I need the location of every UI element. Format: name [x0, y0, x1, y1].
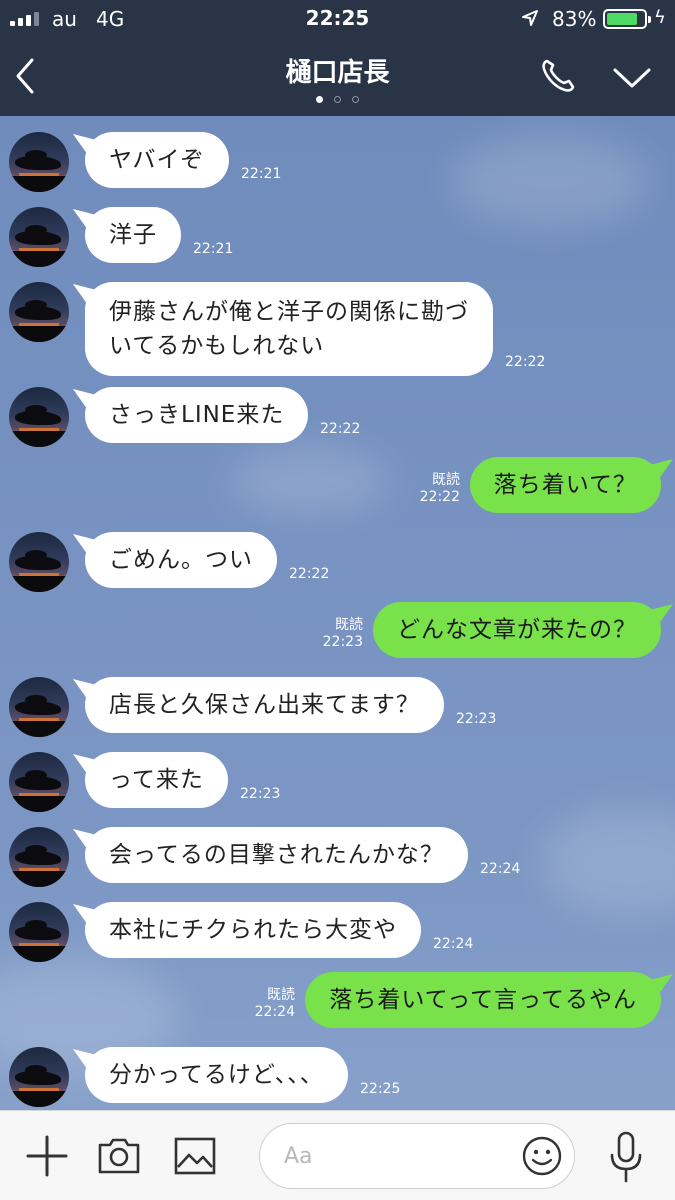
outgoing-message-bubble[interactable]: どんな文章が来たの？	[373, 602, 661, 658]
microphone-icon[interactable]	[608, 1131, 644, 1183]
input-bar: Aa	[0, 1110, 675, 1200]
message-input-placeholder: Aa	[284, 1144, 313, 1169]
message-text: 本社にチクられたら大変や	[109, 917, 397, 943]
message-timestamp: 22:24	[480, 861, 521, 877]
message-timestamp: 22:22	[419, 489, 460, 505]
message-timestamp: 22:22	[505, 354, 546, 370]
chevron-down-icon[interactable]	[612, 66, 652, 90]
message-timestamp: 22:23	[240, 786, 281, 802]
page-indicator	[0, 96, 675, 103]
message-text: って来た	[109, 767, 204, 793]
page-dot	[334, 96, 341, 103]
message-text: 落ち着いてって言ってるやん	[329, 987, 637, 1013]
battery-percent: 83%	[552, 7, 597, 31]
message-text: 店長と久保さん出来てます？	[109, 692, 420, 718]
avatar[interactable]	[9, 132, 69, 192]
incoming-message-bubble[interactable]: 店長と久保さん出来てます？	[85, 677, 444, 733]
page-dot	[352, 96, 359, 103]
background-cloud	[230, 446, 390, 516]
incoming-message-bubble[interactable]: 伊藤さんが俺と洋子の関係に勘づ いてるかもしれない	[85, 282, 493, 376]
message-timestamp: 22:23	[322, 634, 363, 650]
location-arrow-icon	[522, 10, 538, 26]
message-text: 落ち着いて？	[493, 472, 637, 498]
read-receipt: 既読	[335, 617, 363, 633]
camera-icon[interactable]	[97, 1135, 141, 1175]
emoji-icon[interactable]	[522, 1136, 562, 1176]
message-timestamp: 22:24	[254, 1004, 295, 1020]
read-receipt: 既読	[432, 472, 460, 488]
chat-area[interactable]: ヤバイぞ 22:21 洋子 22:21 伊藤さんが俺と洋子の関係に勘づ いてるかもしれない…	[0, 116, 675, 1110]
message-timestamp: 22:22	[320, 421, 361, 437]
message-timestamp: 22:21	[241, 166, 282, 182]
message-timestamp: 22:24	[433, 936, 474, 952]
outgoing-message-bubble[interactable]: 落ち着いてって言ってるやん	[305, 972, 661, 1028]
charging-bolt-icon: ϟ	[654, 7, 666, 28]
avatar[interactable]	[9, 677, 69, 737]
incoming-message-bubble[interactable]: ごめん。つい	[85, 532, 277, 588]
incoming-message-bubble[interactable]: 分かってるけど、、、	[85, 1047, 348, 1103]
message-text: どんな文章が来たの？	[397, 617, 637, 643]
avatar[interactable]	[9, 752, 69, 812]
chat-header: 樋口店長	[0, 38, 675, 116]
read-receipt: 既読	[267, 987, 295, 1003]
avatar[interactable]	[9, 207, 69, 267]
message-timestamp: 22:21	[193, 241, 234, 257]
incoming-message-bubble[interactable]: 本社にチクられたら大変や	[85, 902, 421, 958]
avatar[interactable]	[9, 387, 69, 447]
avatar[interactable]	[9, 282, 69, 342]
incoming-message-bubble[interactable]: 会ってるの目撃されたんかな？	[85, 827, 468, 883]
incoming-message-bubble[interactable]: ヤバイぞ	[85, 132, 229, 188]
message-text: ごめん。つい	[109, 547, 253, 573]
plus-icon[interactable]	[26, 1135, 68, 1177]
message-text: 洋子	[109, 222, 157, 248]
message-input[interactable]: Aa	[259, 1123, 575, 1189]
incoming-message-bubble[interactable]: って来た	[85, 752, 228, 808]
image-icon[interactable]	[174, 1137, 216, 1175]
message-text: いてるかもしれない	[109, 333, 325, 359]
message-text: 会ってるの目撃されたんかな？	[109, 842, 444, 868]
incoming-message-bubble[interactable]: 洋子	[85, 207, 181, 263]
message-text: 伊藤さんが俺と洋子の関係に勘づ	[109, 299, 469, 325]
background-cloud	[450, 136, 650, 226]
status-bar: au 4G 22:25 83% ϟ	[0, 0, 675, 38]
message-timestamp: 22:25	[360, 1081, 401, 1097]
page-dot	[316, 96, 323, 103]
battery-icon	[603, 9, 651, 29]
avatar[interactable]	[9, 532, 69, 592]
background-cloud	[540, 806, 675, 916]
avatar[interactable]	[9, 827, 69, 887]
avatar[interactable]	[9, 1047, 69, 1107]
message-timestamp: 22:22	[289, 566, 330, 582]
message-text: 分かってるけど、、、	[109, 1062, 324, 1088]
incoming-message-bubble[interactable]: さっきLINE来た	[85, 387, 309, 443]
avatar[interactable]	[9, 902, 69, 962]
message-text: さっきLINE来た	[109, 402, 285, 428]
phone-icon[interactable]	[538, 56, 578, 96]
message-text: ヤバイぞ	[109, 147, 205, 173]
message-timestamp: 22:23	[456, 711, 497, 727]
outgoing-message-bubble[interactable]: 落ち着いて？	[469, 457, 661, 513]
